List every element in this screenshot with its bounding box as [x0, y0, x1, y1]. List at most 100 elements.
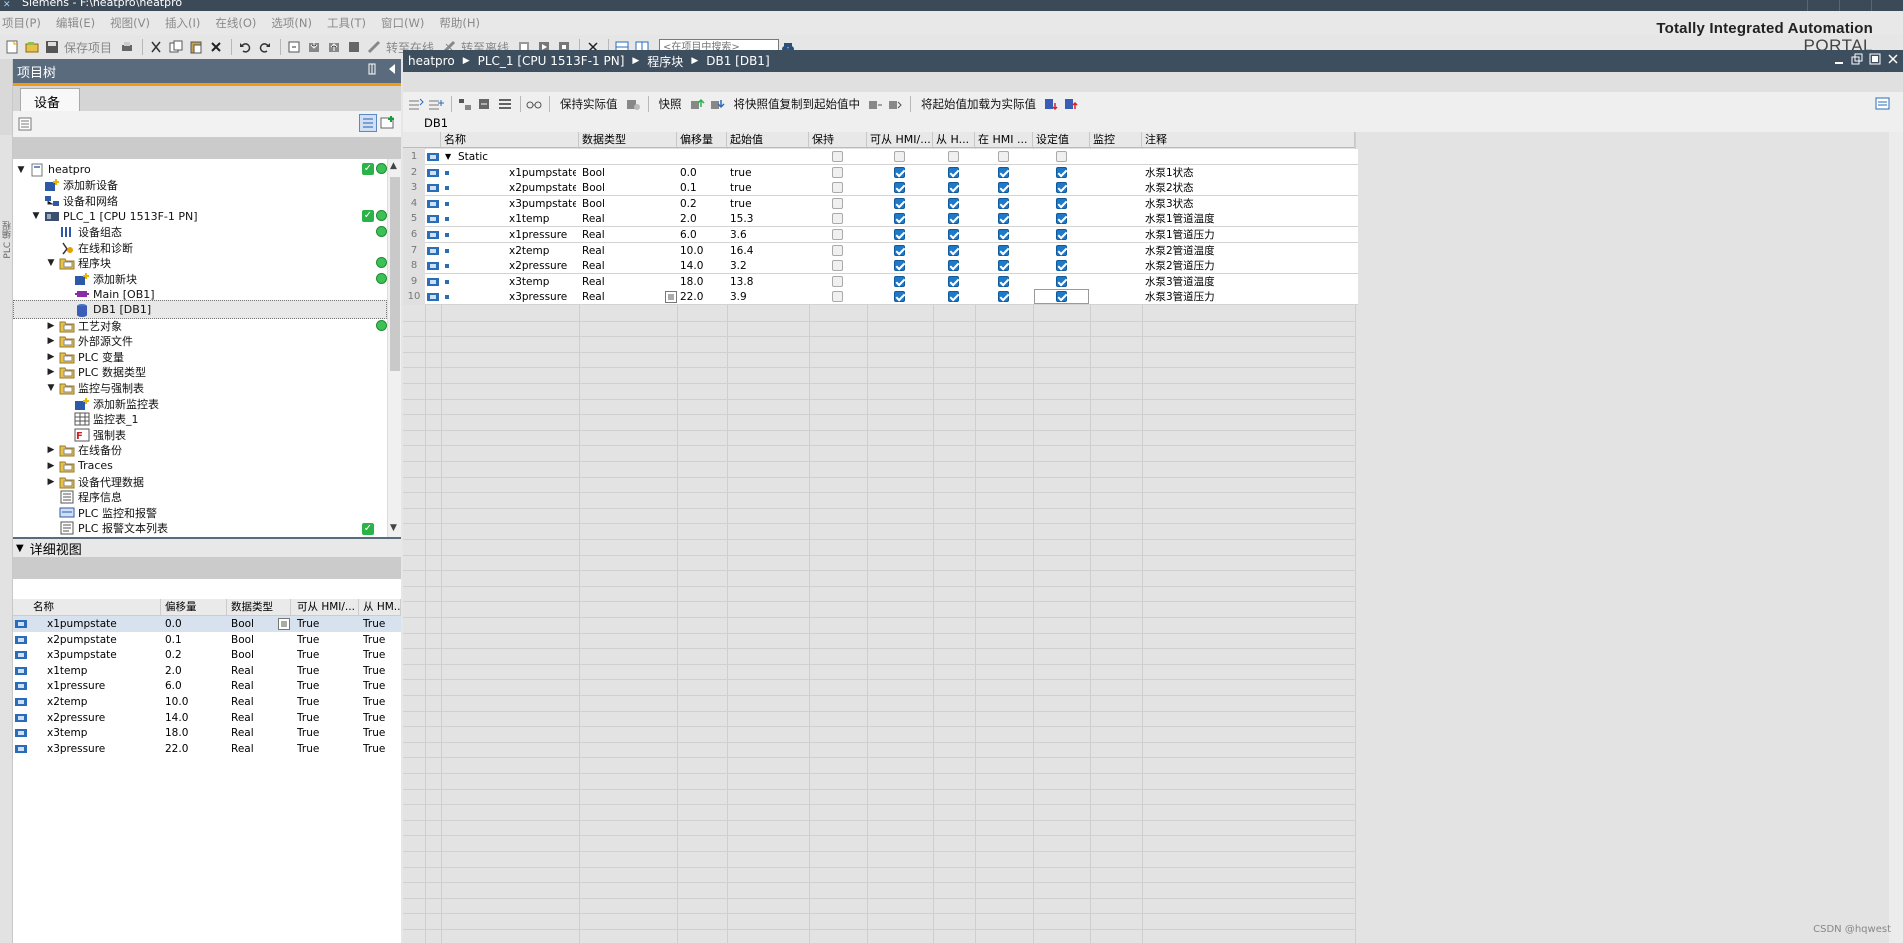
pane-pin-icon[interactable]: [367, 63, 377, 75]
db-cell-type[interactable]: Real: [579, 258, 674, 274]
db-cell-type[interactable]: Real: [579, 211, 674, 227]
retain-checkbox[interactable]: [832, 229, 843, 240]
hmi-writable-checkbox[interactable]: [948, 166, 959, 178]
detail-column-header[interactable]: 数据类型: [229, 599, 291, 615]
db-cell-name[interactable]: x1pressure: [506, 227, 576, 243]
db-cell-name[interactable]: x3temp: [506, 274, 576, 290]
collapse-pane-icon[interactable]: [387, 63, 397, 75]
db-cell-comment[interactable]: 水泵3管道压力: [1142, 289, 1355, 305]
new-project-icon[interactable]: [3, 38, 21, 56]
retain-checkbox[interactable]: [832, 213, 843, 225]
db-cell-name[interactable]: x1temp: [506, 211, 576, 227]
tree-view-icon[interactable]: [18, 117, 32, 131]
db-cell-comment[interactable]: 水泵2状态: [1142, 180, 1355, 196]
db-cell-comment[interactable]: 水泵3状态: [1142, 196, 1355, 212]
static-row[interactable]: 1 ▼ Static: [403, 149, 1358, 165]
hmi-writable-checkbox[interactable]: [948, 260, 959, 272]
checkbox[interactable]: [832, 151, 843, 162]
retain-checkbox[interactable]: [832, 260, 843, 272]
hmi-visible-checkbox[interactable]: [998, 244, 1009, 256]
hmi-accessible-checkbox[interactable]: [894, 291, 905, 303]
expand-arrow-icon[interactable]: ▼: [45, 383, 57, 393]
setpoint-checkbox[interactable]: [1055, 229, 1067, 240]
hmi-writable-checkbox[interactable]: [948, 275, 959, 287]
collapse-arrow-icon[interactable]: ▶: [45, 445, 57, 455]
type-picker-icon[interactable]: [278, 618, 290, 630]
checkbox[interactable]: [894, 151, 905, 162]
db-cell-offset[interactable]: 22.0: [677, 289, 724, 305]
db-cell-comment[interactable]: 水泵2管道温度: [1142, 243, 1355, 259]
menu-project[interactable]: 项目(P): [2, 15, 41, 31]
setpoint-checkbox[interactable]: [1055, 197, 1067, 209]
menu-options[interactable]: 选项(N): [271, 15, 312, 31]
db-row[interactable]: 9 x3temp Real 18.0 13.8 水泵3管道温度: [403, 273, 1358, 290]
db-cell-type[interactable]: Real: [579, 227, 674, 243]
hmi-writable-checkbox[interactable]: [948, 244, 959, 256]
db-cell-start[interactable]: 16.4: [727, 243, 806, 259]
collapse-arrow-icon[interactable]: ▶: [45, 477, 57, 487]
chevron-down-icon[interactable]: ▼: [16, 543, 24, 554]
retain-checkbox[interactable]: [832, 166, 843, 178]
db-row[interactable]: 10 x3pressure Real 22.0 3.9 水泵3管道压力: [403, 289, 1358, 306]
detail-column-header[interactable]: 名称: [31, 599, 161, 615]
hmi-visible-checkbox[interactable]: [998, 291, 1009, 303]
column-header[interactable]: 从 H...: [933, 132, 975, 148]
column-header[interactable]: 数据类型: [579, 132, 677, 148]
db-cell-name[interactable]: Static: [455, 149, 575, 165]
save-project-button[interactable]: 保存项目: [64, 39, 112, 56]
db-cell-offset[interactable]: 0.2: [677, 196, 724, 212]
breadcrumb-db1[interactable]: DB1 [DB1]: [706, 54, 769, 68]
db-row[interactable]: 3 x2pumpstate Bool 0.1 true 水泵2状态: [403, 180, 1358, 197]
add-row-icon[interactable]: [427, 95, 445, 113]
menu-tools[interactable]: 工具(T): [327, 15, 366, 31]
db-cell-offset[interactable]: 18.0: [677, 274, 724, 290]
close-button[interactable]: [1871, 0, 1903, 11]
setpoint-checkbox[interactable]: [1055, 244, 1067, 256]
db-cell-comment[interactable]: 水泵1管道压力: [1142, 227, 1355, 243]
scroll-up-icon[interactable]: ▲: [390, 161, 397, 171]
column-header[interactable]: 监控: [1090, 132, 1142, 148]
db-cell-start[interactable]: true: [727, 165, 806, 181]
hmi-writable-checkbox[interactable]: [948, 182, 959, 194]
detail-row[interactable]: x3pumpstate 0.2 Bool True True: [13, 647, 401, 663]
editor-settings-icon[interactable]: [1875, 96, 1891, 112]
expand-arrow-icon[interactable]: ▼: [45, 258, 57, 268]
collapse-arrow-icon[interactable]: ▶: [45, 336, 57, 346]
paste-icon[interactable]: [187, 38, 205, 56]
hmi-accessible-checkbox[interactable]: [894, 166, 905, 178]
insert-row-icon[interactable]: [407, 95, 425, 113]
load-start-as-actual-button[interactable]: 将起始值加载为实际值: [921, 96, 1036, 112]
db-cell-name[interactable]: x3pressure: [506, 289, 576, 305]
db-cell-start[interactable]: 3.9: [727, 289, 806, 305]
checkbox[interactable]: [948, 151, 959, 162]
detail-column-header[interactable]: 偏移量: [163, 599, 227, 615]
download-icon[interactable]: [305, 38, 323, 56]
setpoint-checkbox[interactable]: [1055, 213, 1067, 225]
db-cell-comment[interactable]: 水泵3管道温度: [1142, 274, 1355, 290]
db-row[interactable]: 6 x1pressure Real 6.0 3.6 水泵1管道压力: [403, 227, 1358, 243]
db-row[interactable]: 8 x2pressure Real 14.0 3.2 水泵2管道压力: [403, 258, 1358, 275]
db-row[interactable]: 5 x1temp Real 2.0 15.3 水泵1管道温度: [403, 211, 1358, 228]
detail-column-header[interactable]: 可从 HMI/...: [295, 599, 359, 615]
db-cell-type[interactable]: Real: [579, 243, 674, 259]
detail-row[interactable]: x2pressure 14.0 Real True True: [13, 710, 401, 726]
db-row[interactable]: 7 x2temp Real 10.0 16.4 水泵2管道温度: [403, 242, 1358, 259]
minimize-icon[interactable]: [1833, 53, 1845, 65]
db-cell-offset[interactable]: 2.0: [677, 211, 724, 227]
retain-checkbox[interactable]: [832, 182, 843, 194]
db-cell-start[interactable]: true: [727, 196, 806, 212]
list-icon[interactable]: [496, 95, 514, 113]
maximize-button[interactable]: [1839, 0, 1871, 11]
column-header[interactable]: 注释: [1142, 132, 1355, 148]
detail-row[interactable]: x1pressure 6.0 Real True True: [13, 678, 401, 694]
hmi-accessible-checkbox[interactable]: [894, 260, 905, 272]
db-cell-name[interactable]: x2pressure: [506, 258, 576, 274]
upload-db-icon[interactable]: [1062, 95, 1080, 113]
menu-insert[interactable]: 插入(I): [165, 15, 200, 31]
copy-snapshot-icon[interactable]: [688, 95, 706, 113]
db-cell-comment[interactable]: 水泵2管道压力: [1142, 258, 1355, 274]
type-picker-icon[interactable]: [665, 291, 677, 304]
simulation-icon[interactable]: [345, 38, 363, 56]
load-start-icon[interactable]: [866, 95, 884, 113]
db-cell-name[interactable]: x3pumpstate: [506, 196, 576, 212]
